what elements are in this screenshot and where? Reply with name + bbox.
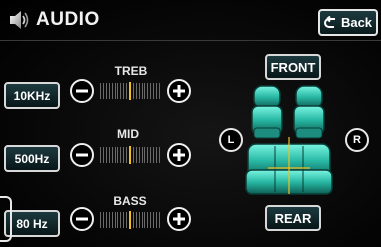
level-segment <box>147 83 149 99</box>
header-bar: AUDIO Back <box>0 0 381 41</box>
speaker-icon <box>10 11 29 29</box>
back-arrow-icon <box>323 15 335 28</box>
level-segment <box>108 212 110 228</box>
minus-icon <box>76 89 88 93</box>
mid-plus-button[interactable] <box>167 143 191 167</box>
level-segment <box>126 83 128 99</box>
level-segment <box>114 147 116 163</box>
plus-icon <box>173 149 185 161</box>
frame-bracket <box>0 196 12 242</box>
level-segment <box>150 212 152 228</box>
mid-label: MID <box>117 127 139 141</box>
level-segment <box>123 83 125 99</box>
level-segment <box>158 147 160 163</box>
level-segment <box>108 147 110 163</box>
level-segment <box>111 83 113 99</box>
level-segment <box>144 83 146 99</box>
minus-icon <box>76 153 88 157</box>
level-segment <box>135 147 137 163</box>
level-segment <box>120 83 122 99</box>
level-segment <box>105 83 107 99</box>
level-segment <box>138 147 140 163</box>
level-segment <box>120 147 122 163</box>
audio-screen: AUDIO Back TREB 10KHz MID 500Hz BASS 80 … <box>0 0 381 247</box>
level-segment <box>132 212 134 228</box>
level-segment <box>153 212 155 228</box>
level-segment <box>141 83 143 99</box>
rear-button[interactable]: REAR <box>265 205 321 231</box>
level-segment <box>126 147 128 163</box>
level-segment <box>141 147 143 163</box>
level-segment <box>132 147 134 163</box>
back-button[interactable]: Back <box>318 9 378 36</box>
level-indicator <box>129 82 131 100</box>
bass-label: BASS <box>113 194 147 208</box>
back-button-label: Back <box>340 15 373 30</box>
front-right-seat <box>293 85 325 139</box>
level-segment <box>156 147 157 163</box>
page-title: AUDIO <box>36 9 100 30</box>
bass-plus-button[interactable] <box>167 207 191 231</box>
mid-minus-button[interactable] <box>70 143 94 167</box>
level-segment <box>150 83 152 99</box>
level-segment <box>156 83 157 99</box>
level-segment <box>123 147 125 163</box>
level-segment <box>132 83 134 99</box>
treble-minus-button[interactable] <box>70 79 94 103</box>
level-segment <box>117 212 119 228</box>
bass-frequency-button[interactable]: 80 Hz <box>4 210 60 237</box>
level-segment <box>102 83 104 99</box>
car-seats-diagram[interactable] <box>238 82 342 197</box>
mid-level-bar[interactable] <box>100 146 160 164</box>
level-segment <box>141 212 143 228</box>
level-segment <box>100 147 101 163</box>
level-segment <box>123 212 125 228</box>
level-segment <box>114 212 116 228</box>
treble-level-bar[interactable] <box>100 82 160 100</box>
bass-minus-button[interactable] <box>70 207 94 231</box>
front-button[interactable]: FRONT <box>265 54 321 80</box>
level-segment <box>144 147 146 163</box>
level-segment <box>135 83 137 99</box>
bass-level-bar[interactable] <box>100 211 160 229</box>
level-segment <box>120 212 122 228</box>
plus-icon <box>173 213 185 225</box>
level-segment <box>156 212 157 228</box>
level-segment <box>153 83 155 99</box>
level-segment <box>105 212 107 228</box>
level-segment <box>147 212 149 228</box>
level-segment <box>150 147 152 163</box>
treble-label: TREB <box>114 64 148 78</box>
minus-icon <box>76 217 88 221</box>
level-segment <box>138 83 140 99</box>
level-segment <box>114 83 116 99</box>
level-segment <box>126 212 128 228</box>
treble-plus-button[interactable] <box>167 79 191 103</box>
level-segment <box>111 147 113 163</box>
front-left-seat <box>251 85 283 139</box>
level-segment <box>117 83 119 99</box>
level-segment <box>105 147 107 163</box>
level-segment <box>158 83 160 99</box>
level-segment <box>158 212 160 228</box>
level-segment <box>153 147 155 163</box>
level-segment <box>138 212 140 228</box>
level-indicator <box>129 146 131 164</box>
treble-frequency-button[interactable]: 10KHz <box>4 82 60 109</box>
level-segment <box>100 83 101 99</box>
right-balance-button[interactable]: R <box>345 128 369 152</box>
level-segment <box>144 212 146 228</box>
level-indicator <box>129 211 131 229</box>
level-segment <box>135 212 137 228</box>
plus-icon <box>173 85 185 97</box>
level-segment <box>147 147 149 163</box>
level-segment <box>102 212 104 228</box>
level-segment <box>102 147 104 163</box>
level-segment <box>108 83 110 99</box>
mid-frequency-button[interactable]: 500Hz <box>4 145 60 172</box>
level-segment <box>111 212 113 228</box>
level-segment <box>100 212 101 228</box>
level-segment <box>117 147 119 163</box>
